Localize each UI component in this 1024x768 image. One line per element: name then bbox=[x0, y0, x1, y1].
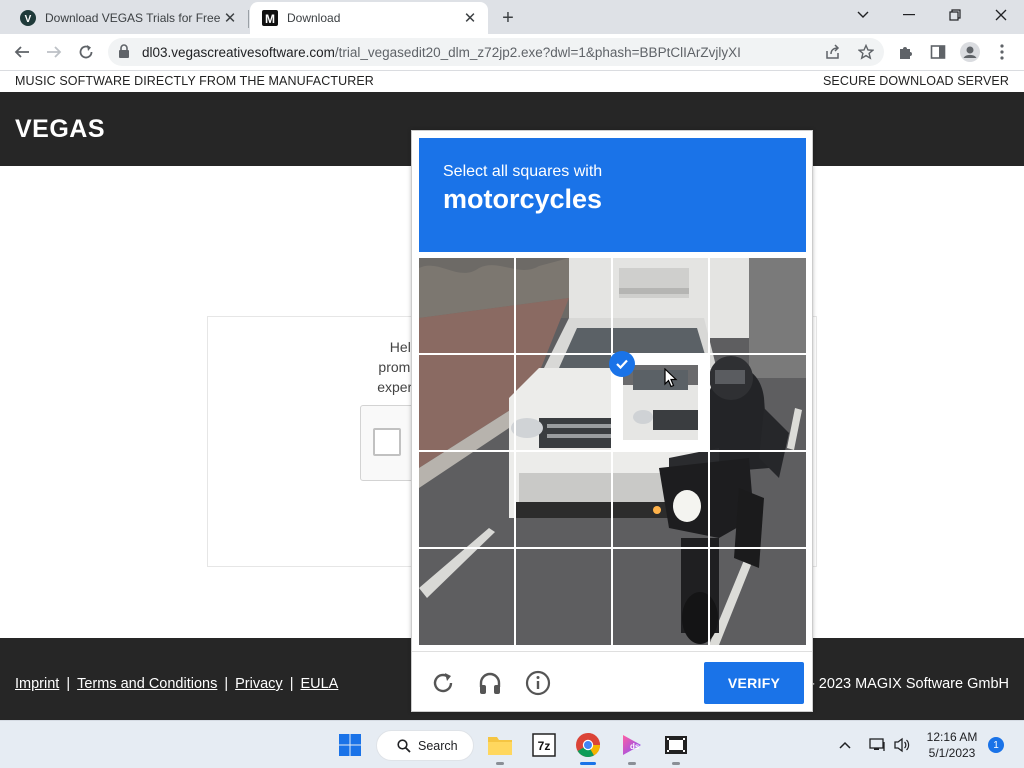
footer-links: Imprint | Terms and Conditions | Privacy… bbox=[15, 676, 338, 692]
windows-taskbar: Search 7z ds 12:16 AM 5/1/2023 1 bbox=[0, 720, 1024, 768]
captcha-tile[interactable] bbox=[613, 258, 708, 353]
clock-date: 5/1/2023 bbox=[928, 746, 976, 760]
bookmark-star-icon[interactable] bbox=[857, 43, 875, 61]
captcha-tile[interactable] bbox=[516, 355, 611, 450]
ds-app-icon[interactable]: ds bbox=[616, 729, 648, 765]
reload-challenge-icon[interactable] bbox=[428, 668, 458, 698]
new-tab-icon[interactable]: + bbox=[498, 7, 518, 29]
url-text: dl03.vegascreativesoftware.com/trial_veg… bbox=[142, 45, 741, 60]
tab-title: Download bbox=[287, 11, 341, 25]
share-icon[interactable] bbox=[824, 43, 842, 61]
forward-icon[interactable] bbox=[40, 38, 68, 66]
video-app-icon[interactable] bbox=[660, 729, 692, 765]
captcha-tile-selected[interactable] bbox=[609, 351, 708, 450]
captcha-tile[interactable] bbox=[419, 549, 514, 644]
captcha-tile[interactable] bbox=[516, 549, 611, 644]
svg-text:ds: ds bbox=[630, 742, 640, 751]
site-top-bar: MUSIC SOFTWARE DIRECTLY FROM THE MANUFAC… bbox=[0, 71, 1024, 92]
chrome-menu-icon[interactable] bbox=[988, 38, 1016, 66]
running-indicator bbox=[628, 762, 636, 765]
active-indicator bbox=[580, 762, 596, 765]
url-path: /trial_vegasedit20_dlm_z72jp2.exe?dwl=1&… bbox=[334, 45, 741, 60]
captcha-tile[interactable] bbox=[419, 258, 514, 353]
side-panel-icon[interactable] bbox=[924, 38, 952, 66]
7zip-icon[interactable]: 7z bbox=[528, 729, 560, 761]
privacy-link[interactable]: Privacy bbox=[235, 676, 283, 692]
captcha-challenge: Select all squares with motorcycles VERI… bbox=[411, 130, 813, 712]
copyright: 3 - 2023 MAGIX Software GmbH bbox=[797, 676, 1009, 692]
captcha-header: Select all squares with motorcycles bbox=[419, 138, 806, 252]
captcha-footer: VERIFY bbox=[412, 651, 812, 711]
selected-tile-image bbox=[623, 365, 698, 440]
vegas-favicon-icon: V bbox=[20, 10, 36, 26]
captcha-tile[interactable] bbox=[710, 549, 805, 644]
address-bar[interactable]: dl03.vegascreativesoftware.com/trial_veg… bbox=[108, 38, 884, 66]
captcha-tile[interactable] bbox=[710, 258, 805, 353]
network-icon[interactable] bbox=[866, 729, 890, 761]
restore-icon[interactable] bbox=[932, 0, 978, 30]
captcha-target: motorcycles bbox=[443, 184, 603, 214]
audio-challenge-headphones-icon[interactable] bbox=[475, 668, 505, 698]
running-indicator bbox=[496, 762, 504, 765]
taskbar-search[interactable]: Search bbox=[376, 730, 474, 761]
minimize-icon[interactable] bbox=[886, 0, 932, 30]
checkmark-icon bbox=[609, 351, 635, 377]
footer-separator: | bbox=[66, 676, 71, 692]
captcha-instruction: Select all squares with bbox=[443, 163, 603, 180]
reload-icon[interactable] bbox=[72, 38, 100, 66]
windows-start-icon[interactable] bbox=[334, 729, 366, 761]
captcha-tile[interactable] bbox=[710, 355, 805, 450]
volume-icon[interactable] bbox=[890, 729, 914, 761]
favicon-letter-v: V bbox=[25, 14, 32, 25]
close-window-icon[interactable] bbox=[978, 0, 1024, 30]
url-host: dl03.vegascreativesoftware.com bbox=[142, 45, 335, 60]
captcha-tile[interactable] bbox=[419, 355, 514, 450]
captcha-tile[interactable] bbox=[516, 452, 611, 547]
profile-avatar-icon[interactable] bbox=[956, 38, 984, 66]
extensions-puzzle-icon[interactable] bbox=[892, 38, 920, 66]
tab-vegas-trials[interactable]: V Download VEGAS Trials for Free | ✕ bbox=[8, 2, 249, 34]
chrome-icon[interactable] bbox=[572, 729, 604, 765]
tab-title: Download VEGAS Trials for Free | bbox=[45, 11, 222, 25]
footer-separator: | bbox=[289, 676, 294, 692]
captcha-tile[interactable] bbox=[613, 452, 708, 547]
tab-search-icon[interactable] bbox=[840, 0, 886, 30]
terms-link[interactable]: Terms and Conditions bbox=[77, 676, 217, 692]
back-icon[interactable] bbox=[8, 38, 36, 66]
svg-text:7z: 7z bbox=[538, 739, 551, 753]
m-favicon-icon: M bbox=[262, 10, 278, 26]
secure-server-label: SECURE DOWNLOAD SERVER bbox=[822, 74, 1009, 88]
captcha-tile[interactable] bbox=[613, 549, 708, 644]
notification-badge[interactable]: 1 bbox=[988, 737, 1004, 753]
chevron-up-icon[interactable] bbox=[830, 729, 860, 761]
info-icon[interactable] bbox=[523, 668, 553, 698]
file-explorer-icon[interactable] bbox=[484, 729, 516, 765]
search-icon bbox=[397, 738, 411, 753]
vegas-logo[interactable]: VEGAS bbox=[15, 115, 105, 144]
mouse-pointer-icon bbox=[664, 367, 678, 393]
favicon-letter-m: M bbox=[265, 12, 275, 26]
verify-button[interactable]: VERIFY bbox=[704, 662, 804, 704]
lock-icon bbox=[118, 44, 130, 63]
eula-link[interactable]: EULA bbox=[300, 676, 338, 692]
captcha-tile[interactable] bbox=[710, 452, 805, 547]
clock-time: 12:16 AM bbox=[926, 730, 978, 744]
footer-separator: | bbox=[224, 676, 229, 692]
imprint-link[interactable]: Imprint bbox=[15, 676, 59, 692]
recaptcha-checkbox[interactable] bbox=[373, 428, 401, 456]
running-indicator bbox=[672, 762, 680, 765]
browser-toolbar: dl03.vegascreativesoftware.com/trial_veg… bbox=[0, 34, 1024, 71]
tab-strip: V Download VEGAS Trials for Free | ✕ M D… bbox=[0, 0, 1024, 34]
captcha-image-grid bbox=[419, 258, 806, 645]
tab-download[interactable]: M Download ✕ bbox=[250, 2, 488, 34]
captcha-tile[interactable] bbox=[419, 452, 514, 547]
close-tab-icon[interactable]: ✕ bbox=[462, 10, 478, 27]
tagline: MUSIC SOFTWARE DIRECTLY FROM THE MANUFAC… bbox=[15, 74, 374, 88]
search-label: Search bbox=[418, 738, 458, 753]
close-tab-icon[interactable]: ✕ bbox=[222, 10, 238, 27]
system-clock[interactable]: 12:16 AM 5/1/2023 bbox=[918, 729, 986, 761]
captcha-tile[interactable] bbox=[516, 258, 611, 353]
